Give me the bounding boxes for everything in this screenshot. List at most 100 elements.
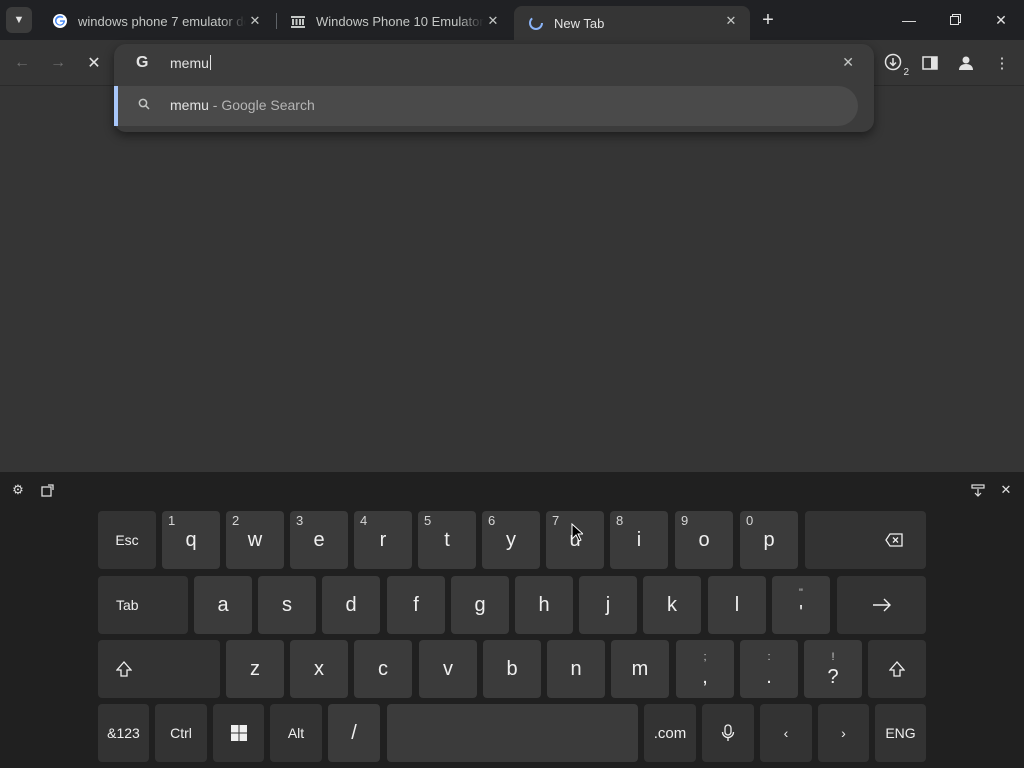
key-slash[interactable]: /	[328, 704, 380, 762]
more-vertical-icon: ⋮	[994, 55, 1010, 72]
back-button[interactable]: ←	[9, 50, 35, 76]
key-z[interactable]: z	[226, 640, 284, 698]
keyboard-layout-icon[interactable]	[39, 482, 55, 498]
shift-icon	[116, 661, 132, 677]
key-a[interactable]: a	[194, 576, 252, 634]
tab-title: New Tab	[554, 15, 605, 31]
key-language[interactable]: ENG	[875, 704, 926, 762]
key-left-arrow[interactable]: ‹	[760, 704, 812, 762]
tab-strip: ▼ windows phone 7 emulator download ✕ Wi…	[0, 0, 1024, 40]
key-backspace[interactable]	[805, 511, 926, 569]
key-shift-left[interactable]	[98, 640, 220, 698]
key-h[interactable]: h	[515, 576, 573, 634]
key-quote[interactable]: " '	[772, 576, 830, 634]
close-icon[interactable]: ✕	[246, 12, 264, 30]
clear-input-icon[interactable]: ✕	[842, 54, 854, 71]
omnibox-dropdown: G memu ✕ memu - Google Search	[114, 44, 874, 132]
key-w[interactable]: 2w	[226, 511, 284, 569]
downloads-button[interactable]: 2	[881, 50, 909, 78]
key-esc[interactable]: Esc	[98, 511, 156, 569]
forward-button[interactable]: →	[45, 50, 71, 76]
tab-2[interactable]: Windows Phone 10 Emulator 10.0.16299 - M…	[276, 6, 512, 36]
key-d[interactable]: d	[322, 576, 380, 634]
tab-search-button[interactable]: ▼	[6, 7, 32, 33]
key-question[interactable]: !?	[804, 640, 862, 698]
key-space[interactable]	[387, 704, 638, 762]
key-t[interactable]: 5t	[418, 511, 476, 569]
suggestion-item[interactable]: memu - Google Search	[114, 86, 858, 126]
key-e[interactable]: 3e	[290, 511, 348, 569]
new-tab-button[interactable]: +	[757, 9, 779, 31]
chevron-left-icon: ‹	[783, 725, 789, 741]
key-dotcom[interactable]: .com	[644, 704, 696, 762]
close-icon: ✕	[87, 55, 101, 72]
key-k[interactable]: k	[643, 576, 701, 634]
arrow-right-icon	[872, 598, 891, 612]
omnibox-input[interactable]: memu	[170, 55, 211, 71]
menu-button[interactable]: ⋮	[989, 50, 1015, 76]
key-s[interactable]: s	[258, 576, 316, 634]
mouse-pointer-icon	[571, 523, 583, 542]
key-voice[interactable]	[702, 704, 754, 762]
key-y[interactable]: 6y	[482, 511, 540, 569]
stop-loading-button[interactable]: ✕	[81, 50, 107, 76]
building-icon	[290, 13, 306, 29]
key-right-arrow[interactable]: ›	[818, 704, 869, 762]
close-icon[interactable]: ✕	[484, 12, 502, 30]
key-shift-right[interactable]	[868, 640, 926, 698]
tab-title: Windows Phone 10 Emulator 10.0.16299 - M…	[316, 13, 484, 29]
restore-button[interactable]	[932, 0, 978, 40]
close-icon[interactable]: ✕	[722, 12, 740, 30]
key-g[interactable]: g	[451, 576, 509, 634]
key-b[interactable]: b	[483, 640, 541, 698]
avatar-icon	[959, 56, 973, 70]
text-caret	[209, 55, 211, 70]
minimize-icon: —	[902, 12, 916, 28]
key-m[interactable]: m	[611, 640, 669, 698]
key-o[interactable]: 9o	[675, 511, 733, 569]
key-ctrl[interactable]: Ctrl	[155, 704, 207, 762]
key-f[interactable]: f	[387, 576, 445, 634]
search-icon	[138, 98, 150, 113]
key-tab[interactable]: Tab	[98, 576, 188, 634]
key-symbols[interactable]: &123	[98, 704, 149, 762]
minimize-button[interactable]: —	[886, 0, 932, 40]
restore-icon	[949, 12, 961, 28]
google-g-icon	[52, 13, 68, 29]
key-i[interactable]: 8i	[610, 511, 668, 569]
dock-keyboard-icon[interactable]	[970, 482, 986, 498]
side-panel-icon	[922, 56, 938, 70]
key-j[interactable]: j	[579, 576, 637, 634]
arrow-right-icon: →	[50, 54, 66, 71]
backspace-icon	[884, 533, 903, 547]
key-enter[interactable]	[837, 576, 926, 634]
microphone-icon	[721, 724, 735, 741]
side-panel-button[interactable]	[917, 50, 943, 76]
suggestion-query: memu	[170, 97, 209, 113]
key-c[interactable]: c	[354, 640, 412, 698]
windows-logo-icon	[230, 725, 247, 741]
key-period[interactable]: :.	[740, 640, 798, 698]
key-r[interactable]: 4r	[354, 511, 412, 569]
key-comma[interactable]: ;,	[676, 640, 734, 698]
settings-icon[interactable]: ⚙	[10, 482, 26, 498]
key-q[interactable]: 1q	[162, 511, 220, 569]
close-keyboard-icon[interactable]: ✕	[998, 482, 1014, 498]
profile-button[interactable]	[953, 50, 979, 76]
tab-title: windows phone 7 emulator download	[78, 13, 246, 29]
plus-icon: +	[762, 9, 774, 31]
key-l[interactable]: l	[708, 576, 766, 634]
arrow-left-icon: ←	[14, 54, 30, 71]
key-x[interactable]: x	[290, 640, 348, 698]
tab-1[interactable]: windows phone 7 emulator download ✕	[38, 6, 274, 36]
chevron-down-icon: ▼	[13, 14, 25, 26]
key-n[interactable]: n	[547, 640, 605, 698]
download-icon	[884, 53, 902, 71]
close-window-button[interactable]: ✕	[978, 0, 1024, 40]
key-p[interactable]: 0p	[740, 511, 798, 569]
tab-3-active[interactable]: New Tab ✕	[514, 6, 750, 40]
key-windows[interactable]	[213, 704, 264, 762]
key-alt[interactable]: Alt	[270, 704, 322, 762]
key-v[interactable]: v	[419, 640, 477, 698]
close-icon: ✕	[995, 11, 1007, 28]
